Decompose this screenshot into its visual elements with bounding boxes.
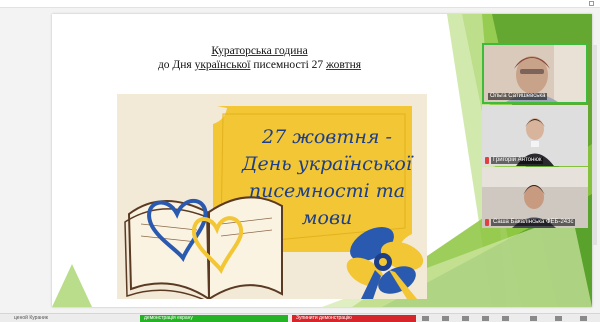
poster-line1: 27 жовтня - bbox=[262, 126, 392, 148]
participant-name: Григорій Антонюк bbox=[491, 157, 544, 164]
title-prefix: до Дня bbox=[157, 59, 195, 71]
screen-share-button[interactable]: демонстрація екрану bbox=[140, 315, 288, 322]
participant-tile[interactable]: Ольга Сатишевська bbox=[482, 43, 588, 104]
poster-line3: писемності та мови bbox=[248, 180, 406, 229]
writing-day-poster: 27 жовтня - День української писемності … bbox=[117, 94, 427, 299]
toolbar-icon[interactable] bbox=[482, 316, 489, 321]
window-top-edge bbox=[0, 0, 600, 8]
toolbar-icon[interactable] bbox=[462, 316, 469, 321]
toolbar-icon[interactable] bbox=[502, 316, 509, 321]
mic-muted-icon bbox=[485, 157, 489, 164]
toolbar-icons bbox=[420, 315, 595, 322]
toolbar-icon[interactable] bbox=[555, 316, 562, 321]
poster-heading: 27 жовтня - День української писемності … bbox=[227, 124, 427, 232]
window-corner-icon[interactable] bbox=[589, 1, 594, 6]
participant-tile[interactable]: Григорій Антонюк bbox=[482, 105, 588, 166]
title-underlined-word: української bbox=[194, 59, 251, 71]
toolbar-icon[interactable] bbox=[580, 316, 587, 321]
mic-muted-icon bbox=[485, 219, 489, 226]
poster-line2: День української bbox=[242, 153, 412, 175]
slide-title-line2: до Дня української писемності 27 жовтня bbox=[122, 58, 397, 72]
slide-title: Кураторська година до Дня української пи… bbox=[122, 44, 397, 72]
toolbar-icon[interactable] bbox=[422, 316, 429, 321]
toolbar-icon[interactable] bbox=[442, 316, 449, 321]
slide-title-line1: Кураторська година bbox=[211, 45, 308, 57]
toolbar-icon[interactable] bbox=[530, 316, 537, 321]
participant-tile[interactable]: Саша Бакалінська ФЕБ-243с bbox=[482, 167, 588, 228]
title-underlined-word2: жовтня bbox=[326, 59, 362, 71]
bottom-toolbar: ценой Кураник демонстрація екрану Зупини… bbox=[0, 313, 600, 322]
video-call-screen: Кураторська година до Дня української пи… bbox=[0, 0, 600, 322]
stop-sharing-button[interactable]: Зупинити демонстрацію bbox=[292, 315, 416, 322]
participant-name: Саша Бакалінська ФЕБ-243с bbox=[491, 219, 576, 226]
title-mid: писемності 27 bbox=[250, 59, 327, 71]
participant-name: Ольга Сатишевська bbox=[488, 93, 548, 100]
participants-panel: Ольга Сатишевська Григорій Антонюк Саша … bbox=[482, 43, 588, 228]
toolbar-left-label[interactable]: ценой Кураник bbox=[14, 315, 124, 322]
vertical-scrollbar[interactable] bbox=[593, 45, 597, 245]
